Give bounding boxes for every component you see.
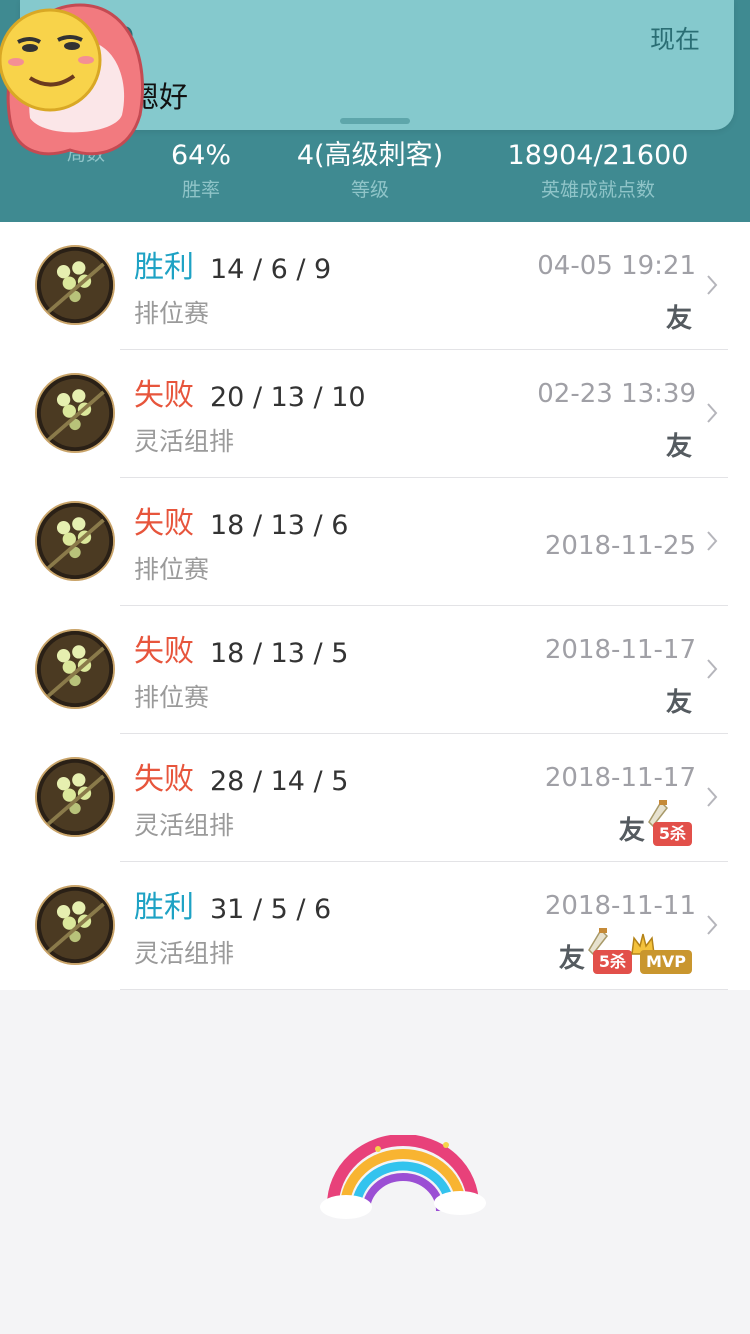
mvp-label: MVP [639,950,692,974]
friend-badge: 友 [665,304,692,334]
notification-drag-handle[interactable] [340,118,410,124]
match-badges: 友 [666,300,692,334]
match-row[interactable]: 失败 20 / 13 / 10 灵活组排 02-23 13:39 友 [0,350,750,478]
match-mode: 排位赛 [134,555,210,584]
match-row[interactable]: 失败 28 / 14 / 5 灵活组排 2018-11-17 友 5杀 [0,734,750,862]
match-badges: 友 [666,428,692,462]
match-mode: 灵活组排 [134,427,235,456]
match-row[interactable]: 胜利 14 / 6 / 9 排位赛 04-05 19:21 友 [0,222,750,350]
match-kda: 20 / 13 / 10 [210,382,366,413]
match-date: 2018-11-11 [544,891,696,921]
match-result: 失败 [134,634,194,669]
hero-avatar [35,245,115,325]
match-row[interactable]: 胜利 31 / 5 / 6 灵活组排 2018-11-11 友 5杀 MVP [0,862,750,990]
stat-winrate-label: 胜率 [181,179,220,201]
match-date: 04-05 19:21 [537,251,696,281]
stat-winrate: 64% 胜率 [160,138,242,204]
hero-avatar [35,629,115,709]
hero-avatar [35,757,115,837]
match-badges: 友 5杀 [618,800,692,846]
match-mode: 灵活组排 [134,811,235,840]
match-result: 胜利 [134,250,194,285]
chevron-right-icon [706,658,718,680]
match-row[interactable]: 失败 18 / 13 / 6 排位赛 2018-11-25 [0,478,750,606]
match-badges: 友 [666,684,692,718]
penta-kill-badge: 5杀 [587,928,632,974]
hero-avatar [35,373,115,453]
match-badges: 友 5杀 MVP [558,928,692,974]
stat-achievement-label: 英雄成就点数 [540,179,655,201]
match-date: 2018-11-17 [544,763,696,793]
match-date: 02-23 13:39 [537,379,696,409]
penta-kill-label: 5杀 [652,822,692,846]
penta-kill-badge: 5杀 [647,800,692,846]
match-mode: 灵活组排 [134,939,235,968]
chevron-right-icon [706,914,718,936]
mvp-badge: MVP [631,933,692,974]
row-divider [120,989,728,990]
stat-achievement: 18904/21600 英雄成就点数 [505,138,691,204]
chevron-right-icon [706,274,718,296]
friend-badge: 友 [665,432,692,462]
match-kda: 14 / 6 / 9 [210,254,332,285]
match-result: 失败 [134,506,194,541]
rainbow-loading-icon [320,1135,486,1219]
stat-level: 4(高级刺客) 等级 [290,138,450,204]
match-result: 失败 [134,762,194,797]
emoji-sticker-icon [0,3,144,156]
match-date: 2018-11-25 [544,531,696,561]
match-date: 2018-11-17 [544,635,696,665]
friend-badge: 友 [558,944,585,974]
match-kda: 18 / 13 / 5 [210,638,349,669]
friend-badge: 友 [618,816,645,846]
friend-badge: 友 [665,688,692,718]
stat-level-label: 等级 [350,179,389,201]
match-result: 胜利 [134,890,194,925]
chevron-right-icon [706,786,718,808]
hero-avatar [35,501,115,581]
match-result: 失败 [134,378,194,413]
chevron-right-icon [706,530,718,552]
match-kda: 31 / 5 / 6 [210,894,332,925]
match-row[interactable]: 失败 18 / 13 / 5 排位赛 2018-11-17 友 [0,606,750,734]
stat-achievement-value: 18904/21600 [507,140,689,171]
hero-avatar [35,885,115,965]
penta-kill-label: 5杀 [592,950,632,974]
match-mode: 排位赛 [134,299,210,328]
match-mode: 排位赛 [134,683,210,712]
notification-time: 现在 [649,25,700,54]
match-history-list: 胜利 14 / 6 / 9 排位赛 04-05 19:21 友失败 20 / 13 / 1… [0,222,750,990]
match-kda: 18 / 13 / 6 [210,510,349,541]
stat-level-value: 4(高级刺客) [296,140,444,171]
match-kda: 28 / 14 / 5 [210,766,349,797]
stat-winrate-value: 64% [170,140,231,171]
chevron-right-icon [706,402,718,424]
